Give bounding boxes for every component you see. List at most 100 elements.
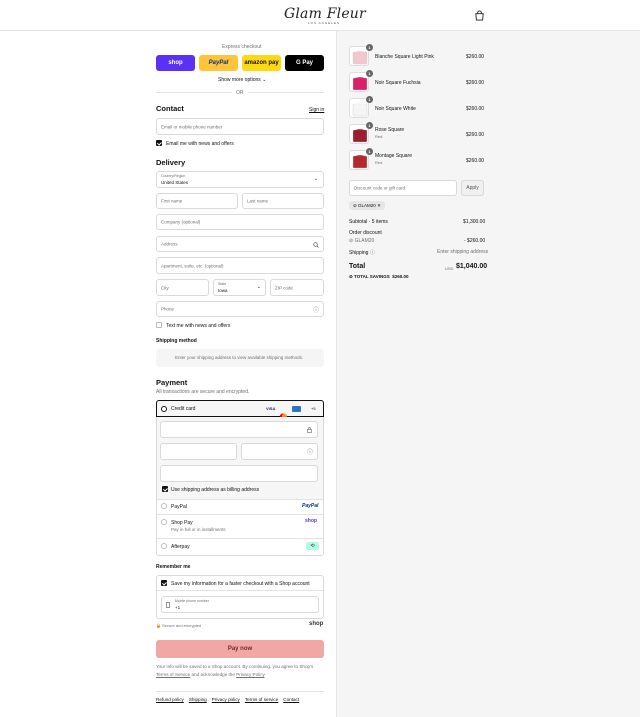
subtotal-value: $1,300.00 <box>463 219 486 225</box>
shipping-method-box: Enter your shipping address to view avai… <box>156 349 324 367</box>
email-news-label: Email me with news and offers <box>166 141 234 147</box>
discount-tag: ⊘ GLAM20 ✕ <box>349 201 385 210</box>
subtotal-label: Subtotal · 5 items <box>349 219 388 225</box>
product-price: $260.00 <box>466 54 485 60</box>
contact-link[interactable]: Contact <box>283 697 299 702</box>
divider <box>157 514 323 515</box>
privacy-policy-link[interactable]: Privacy Policy <box>236 672 264 677</box>
email-field[interactable]: Email or mobile phone number <box>156 118 324 135</box>
product-name: Montage Square <box>375 153 412 159</box>
remember-me-heading: Remember me <box>156 564 191 570</box>
help-icon: ⓘ <box>306 450 313 456</box>
credit-card-radio[interactable] <box>161 406 167 412</box>
first-name-field[interactable]: First name <box>156 193 238 209</box>
text-news-label: Text me with news and offers <box>166 323 231 329</box>
address-field[interactable]: Address <box>156 236 324 252</box>
quantity-badge: 1 <box>366 148 373 155</box>
save-info-checkbox[interactable] <box>161 580 167 586</box>
country-select[interactable]: Country/Region United States ⌄ <box>156 171 324 188</box>
terms-text: Your info will be saved to a Shop accoun… <box>156 664 314 677</box>
express-button-shop[interactable]: shop <box>156 55 195 71</box>
billing-same-label: Use shipping address as billing address <box>171 487 260 493</box>
divider <box>157 590 323 591</box>
amex-icon <box>292 406 301 412</box>
express-checkout-title: Express checkout <box>222 44 262 50</box>
city-field[interactable]: City <box>156 279 209 296</box>
mobile-phone-field[interactable]: Mobile phone number +1 <box>161 596 319 613</box>
refund-policy-link[interactable]: Refund policy <box>156 697 184 702</box>
last-name-field[interactable]: Last name <box>242 193 324 209</box>
delivery-heading: Delivery <box>156 158 186 167</box>
total-label: Total <box>349 263 366 270</box>
afterpay-radio[interactable] <box>161 543 167 549</box>
terms-of-service-footer-link[interactable]: Terms of service <box>245 697 278 702</box>
paypal-logo-icon: PayPal <box>302 503 319 509</box>
total-savings: ⊘ TOTAL SAVINGS $260.00 <box>349 274 409 279</box>
paypal-option-label[interactable]: PayPal <box>171 504 187 510</box>
discount-code-label: ⊘ GLAM20 <box>349 238 375 244</box>
product-price: $260.00 <box>466 158 485 164</box>
credit-card-option[interactable]: Credit card VISA +5 <box>156 400 324 419</box>
shop-pay-label[interactable]: Shop Pay <box>171 520 193 526</box>
expiration-date-field[interactable] <box>160 443 237 460</box>
product-name: Blanche Square Light Pink <box>375 54 434 60</box>
header: Glam Fleur LOS ANGELES <box>0 0 640 31</box>
product-price: $260.00 <box>466 132 485 138</box>
tag-icon: ⊘ <box>349 238 354 244</box>
shipping-link[interactable]: Shipping <box>189 697 207 702</box>
remove-discount-icon[interactable]: ✕ <box>377 203 381 208</box>
tag-icon: ⊘ <box>353 203 357 208</box>
divider <box>156 691 324 692</box>
security-code-field[interactable]: ⓘ <box>241 443 318 460</box>
divider <box>157 538 323 539</box>
help-icon: ⓘ <box>312 308 319 314</box>
express-button-amazon-pay[interactable]: amazon pay <box>242 55 281 71</box>
currency-label: USD <box>445 266 454 271</box>
card-number-field[interactable] <box>160 421 318 438</box>
chevron-down-icon: ⌄ <box>313 176 318 182</box>
footer-links: Refund policy Shipping Privacy policy Te… <box>156 697 299 702</box>
paypal-radio[interactable] <box>161 503 167 509</box>
payment-heading: Payment <box>156 378 188 387</box>
more-cards-badge: +5 <box>311 406 316 411</box>
afterpay-label[interactable]: Afterpay <box>171 544 190 550</box>
brand-logo[interactable]: Glam Fleur <box>284 6 366 22</box>
text-news-checkbox[interactable] <box>156 322 162 328</box>
lock-icon <box>307 427 312 433</box>
phone-field[interactable]: Phone ⓘ <box>156 301 324 317</box>
product-name: Noir Square White <box>375 106 416 112</box>
shipping-method-heading: Shipping method <box>156 338 197 344</box>
chevron-down-icon: ⌄ <box>256 284 261 290</box>
shop-logo-icon: shop <box>309 621 324 627</box>
show-more-options[interactable]: Show more options ⌄ <box>218 77 266 83</box>
name-on-card-field[interactable] <box>160 465 318 482</box>
sign-in-link[interactable]: Sign in <box>309 107 324 113</box>
help-icon: ⓘ <box>369 250 375 256</box>
search-icon <box>313 242 319 248</box>
shop-pay-radio[interactable] <box>161 519 167 525</box>
express-button-g-pay[interactable]: G Pay <box>285 55 324 71</box>
product-name: Noir Square Fuchsia <box>375 80 421 86</box>
quantity-badge: 1 <box>366 44 373 51</box>
terms-of-service-link[interactable]: Terms of Service <box>156 672 190 677</box>
apartment-field[interactable]: Apartment, suite, etc. (optional) <box>156 257 324 274</box>
pay-now-button[interactable]: Pay now <box>156 640 324 658</box>
company-field[interactable]: Company (optional) <box>156 214 324 230</box>
shopping-bag-icon[interactable] <box>474 10 485 21</box>
state-select[interactable]: State Iowa ⌄ <box>213 279 266 296</box>
shop-pay-logo-icon: shop <box>305 518 317 524</box>
save-info-label: Save my information for a faster checkou… <box>171 581 310 587</box>
billing-same-checkbox[interactable] <box>162 486 168 492</box>
express-button-paypal[interactable]: PayPal <box>199 55 238 71</box>
zip-field[interactable]: ZIP code <box>270 279 324 296</box>
apply-button[interactable]: Apply <box>461 180 484 196</box>
discount-amount: - $260.00 <box>464 238 486 244</box>
email-news-checkbox[interactable] <box>156 140 162 146</box>
quantity-badge: 1 <box>366 122 373 129</box>
divider <box>157 499 323 500</box>
discount-code-field[interactable]: Discount code or gift card <box>349 180 457 196</box>
privacy-policy-footer-link[interactable]: Privacy policy <box>212 697 240 702</box>
shop-pay-sublabel: Pay in full or in installments <box>171 527 226 532</box>
visa-icon: VISA <box>266 406 276 411</box>
quantity-badge: 1 <box>366 70 373 77</box>
